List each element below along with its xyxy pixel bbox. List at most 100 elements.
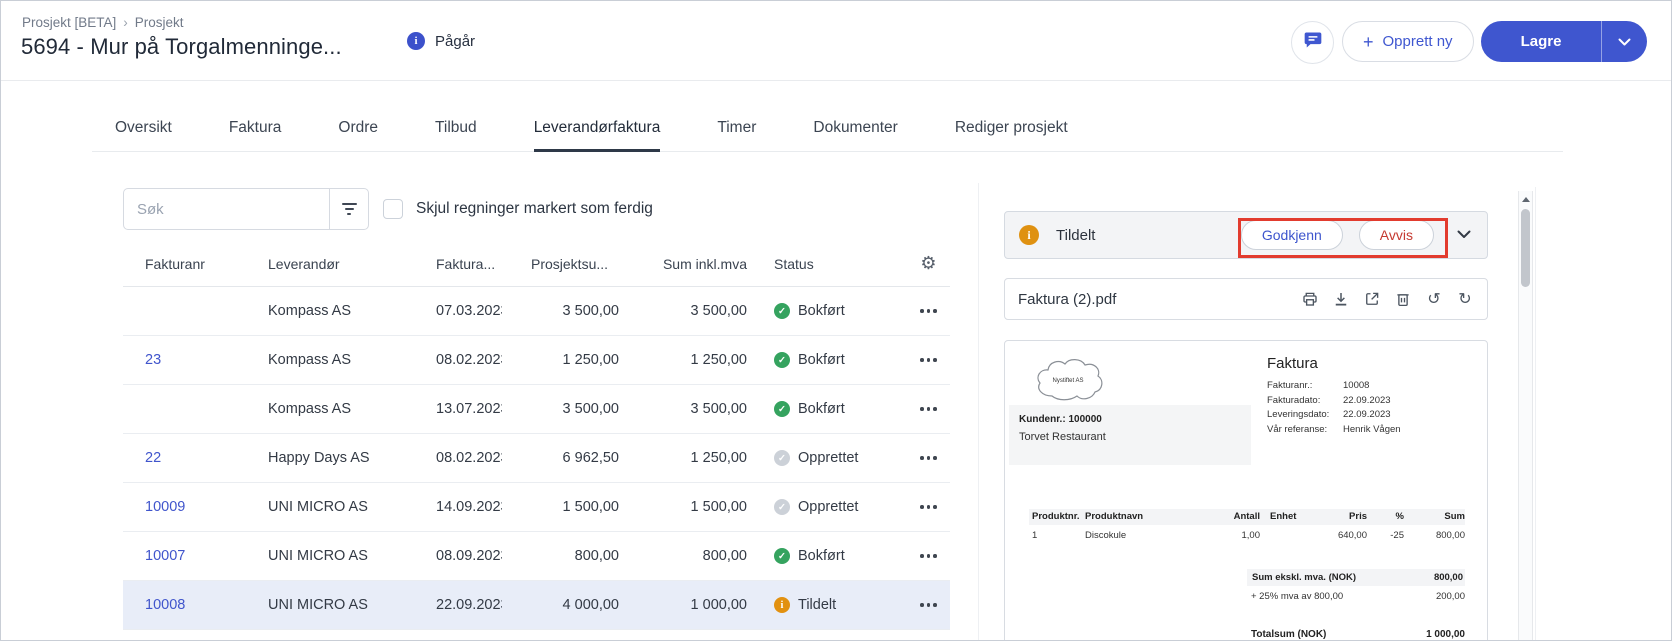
delete-icon[interactable]: [1394, 290, 1412, 308]
status-label: Opprettet: [798, 499, 859, 515]
cell-date: 08.09.2023: [436, 548, 502, 564]
table-row[interactable]: 23 Kompass AS 08.02.2023 1 250,00 1 250,…: [123, 336, 950, 385]
save-options-button[interactable]: [1602, 33, 1647, 51]
search-input[interactable]: [124, 189, 329, 229]
pdf-preview[interactable]: Nystiftet AS Kundenr.: 100000 Torvet Res…: [1004, 340, 1488, 640]
pdf-invoice-title: Faktura: [1267, 355, 1318, 372]
tab-faktura[interactable]: Faktura: [229, 105, 282, 151]
save-button[interactable]: Lagre: [1481, 33, 1601, 50]
tab-bar: Oversikt Faktura Ordre Tilbud Leverandør…: [92, 105, 1563, 152]
table-settings-gear-icon[interactable]: ⚙: [920, 254, 936, 273]
hide-finished-label: Skjul regninger markert som ferdig: [416, 200, 653, 217]
collapse-panel-button[interactable]: [1457, 226, 1471, 244]
table-row[interactable]: 10009 UNI MICRO AS 14.09.2023 1 500,00 1…: [123, 483, 950, 532]
page-header: Prosjekt [BETA] › Prosjekt 5694 - Mur på…: [1, 1, 1671, 81]
pdf-customer-box: Kundenr.: 100000 Torvet Restaurant: [1009, 405, 1251, 465]
pdf-meta-label: Fakturadato:: [1267, 394, 1321, 406]
open-in-new-icon[interactable]: [1363, 290, 1381, 308]
rotate-left-icon[interactable]: ↺: [1425, 290, 1443, 308]
approve-button[interactable]: Godkjenn: [1240, 220, 1343, 250]
invoice-link[interactable]: 23: [145, 352, 161, 368]
invoice-link[interactable]: 10008: [145, 597, 185, 613]
project-status-label: Pågår: [435, 32, 476, 50]
filter-button[interactable]: [329, 189, 368, 229]
cell-sum: 1 250,00: [690, 352, 747, 368]
app-window: Prosjekt [BETA] › Prosjekt 5694 - Mur på…: [0, 0, 1672, 641]
breadcrumb-item-prosjekt-beta[interactable]: Prosjekt [BETA]: [22, 15, 116, 30]
pdf-meta-label: Fakturanr.:: [1267, 380, 1313, 391]
scrollbar-thumb[interactable]: [1521, 209, 1530, 287]
row-menu-button[interactable]: [918, 597, 939, 613]
print-icon[interactable]: [1301, 290, 1319, 308]
tab-timer[interactable]: Timer: [717, 105, 756, 151]
pdf-customer-name: Torvet Restaurant: [1019, 431, 1106, 443]
hide-finished-checkbox[interactable]: [383, 199, 403, 219]
cell-supplier: Kompass AS: [268, 401, 352, 417]
invoice-status-bar: i Tildelt Godkjenn Avvis: [1004, 211, 1488, 259]
table-row[interactable]: 10007 UNI MICRO AS 08.09.2023 800,00 800…: [123, 532, 950, 581]
row-menu-button[interactable]: [918, 303, 939, 319]
tab-rediger-prosjekt[interactable]: Rediger prosjekt: [955, 105, 1068, 151]
row-menu-button[interactable]: [918, 401, 939, 417]
table-row[interactable]: 22 Happy Days AS 08.02.2023 6 962,50 1 2…: [123, 434, 950, 483]
table-header-row: Fakturanr Leverandør Faktura... Prosjekt…: [123, 241, 950, 287]
cell-supplier: Kompass AS: [268, 352, 352, 368]
cell-date: 14.09.2023: [436, 499, 502, 515]
chat-icon: [1303, 30, 1323, 55]
cell-supplier: UNI MICRO AS: [268, 499, 368, 515]
breadcrumb: Prosjekt [BETA] › Prosjekt: [22, 15, 184, 30]
table-row-cutoff: [123, 630, 950, 640]
filter-icon: [341, 203, 357, 205]
row-menu-button[interactable]: [918, 499, 939, 515]
status-label: Bokført: [798, 548, 845, 564]
column-header-fakturadato[interactable]: Faktura...: [414, 256, 502, 272]
column-header-status[interactable]: Status: [747, 256, 907, 272]
invoice-link[interactable]: 10009: [145, 499, 185, 515]
cell-sum: 3 500,00: [690, 401, 747, 417]
cell-project-sum: 3 500,00: [562, 401, 619, 417]
pdf-vat-line: + 25% mva av 800,00 200,00: [1251, 591, 1465, 602]
tab-ordre[interactable]: Ordre: [338, 105, 378, 151]
rotate-right-icon[interactable]: ↻: [1456, 290, 1474, 308]
download-icon[interactable]: [1332, 290, 1350, 308]
pdf-meta-label: Vår referanse:: [1267, 423, 1328, 435]
vertical-scrollbar[interactable]: [1518, 191, 1533, 640]
row-menu-button[interactable]: [918, 548, 939, 564]
column-header-prosjektsum[interactable]: Prosjektsu...: [502, 256, 619, 272]
cell-date: 08.02.2023: [436, 352, 502, 368]
breadcrumb-item-prosjekt[interactable]: Prosjekt: [135, 15, 184, 30]
cell-supplier: UNI MICRO AS: [268, 597, 368, 613]
invoice-link[interactable]: 22: [145, 450, 161, 466]
attachment-filename: Faktura (2).pdf: [1018, 290, 1117, 308]
tab-leverandorfaktura[interactable]: Leverandørfaktura: [533, 105, 660, 152]
tab-oversikt[interactable]: Oversikt: [115, 105, 172, 151]
cell-sum: 1 000,00: [690, 597, 747, 613]
chat-button[interactable]: [1291, 21, 1334, 64]
table-row-selected[interactable]: 10008 UNI MICRO AS 22.09.2023 4 000,00 1…: [123, 581, 950, 630]
reject-button[interactable]: Avvis: [1358, 220, 1434, 250]
status-booked-icon: ✓: [774, 303, 790, 319]
create-new-label: Opprett ny: [1382, 33, 1453, 50]
cell-project-sum: 6 962,50: [562, 450, 619, 466]
table-row[interactable]: Kompass AS 07.03.2023 3 500,00 3 500,00 …: [123, 287, 950, 336]
column-header-leverandor[interactable]: Leverandør: [246, 256, 414, 272]
tab-tilbud[interactable]: Tilbud: [435, 105, 477, 151]
assigned-info-icon: i: [1019, 225, 1039, 245]
status-label: Opprettet: [798, 450, 859, 466]
cell-date: 08.02.2023: [436, 450, 502, 466]
info-icon: i: [407, 32, 425, 50]
save-split-button[interactable]: Lagre: [1481, 21, 1647, 62]
row-menu-button[interactable]: [918, 352, 939, 368]
column-header-sum-inkl-mva[interactable]: Sum inkl.mva: [619, 256, 747, 272]
plus-icon: +: [1363, 31, 1374, 52]
table-row[interactable]: Kompass AS 13.07.2023 3 500,00 3 500,00 …: [123, 385, 950, 434]
status-booked-icon: ✓: [774, 401, 790, 417]
tab-dokumenter[interactable]: Dokumenter: [813, 105, 897, 151]
create-new-button[interactable]: + Opprett ny: [1342, 21, 1474, 62]
cell-supplier: Happy Days AS: [268, 450, 370, 466]
row-menu-button[interactable]: [918, 450, 939, 466]
attachment-bar: Faktura (2).pdf ↺ ↻: [1004, 278, 1488, 320]
column-header-fakturanr[interactable]: Fakturanr: [123, 256, 246, 272]
scroll-up-arrow[interactable]: [1521, 197, 1530, 202]
invoice-link[interactable]: 10007: [145, 548, 185, 564]
